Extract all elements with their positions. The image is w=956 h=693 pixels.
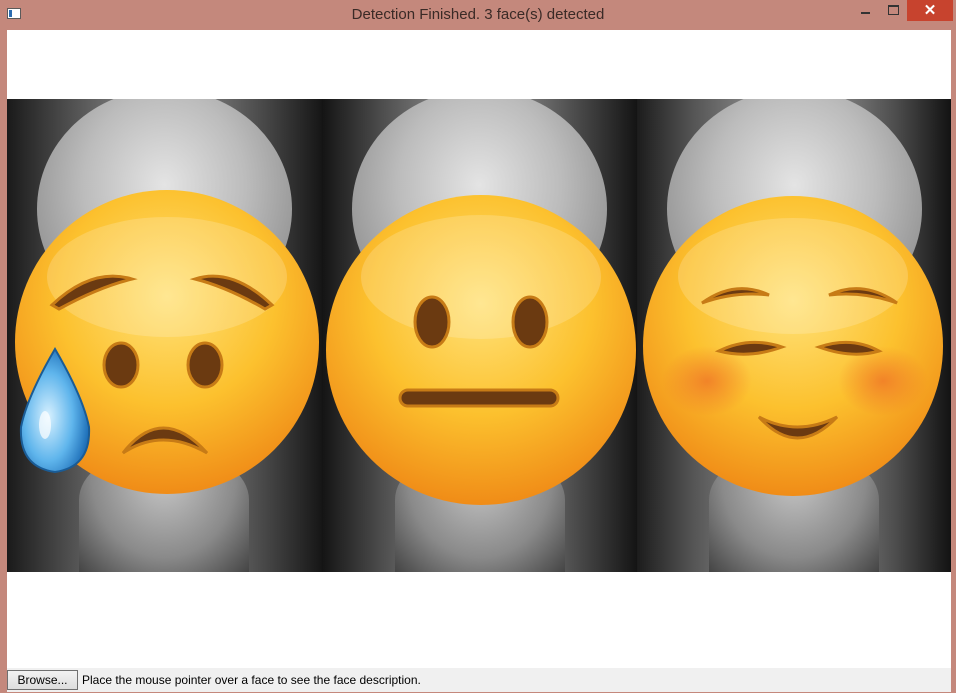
face-panel [637,99,951,572]
status-bar: Browse... Place the mouse pointer over a… [7,668,951,692]
client-area [7,30,951,668]
face-panel [322,99,637,572]
neutral-face-icon[interactable] [322,187,637,507]
window-title: Detection Finished. 3 face(s) detected [351,6,605,23]
status-hint: Place the mouse pointer over a face to s… [82,673,421,687]
disappointed-relieved-face-icon[interactable] [7,187,322,497]
face-photo [7,99,951,572]
smiling-blushing-face-icon[interactable] [637,191,951,501]
face-panel [7,99,322,572]
app-window: Detection Finished. 3 face(s) detected ✕ [0,0,956,693]
browse-button[interactable]: Browse... [7,670,78,690]
title-bar[interactable]: Detection Finished. 3 face(s) detected ✕ [0,0,956,30]
minimize-button[interactable] [852,0,878,21]
close-button[interactable]: ✕ [907,0,953,21]
maximize-button[interactable] [880,0,906,21]
